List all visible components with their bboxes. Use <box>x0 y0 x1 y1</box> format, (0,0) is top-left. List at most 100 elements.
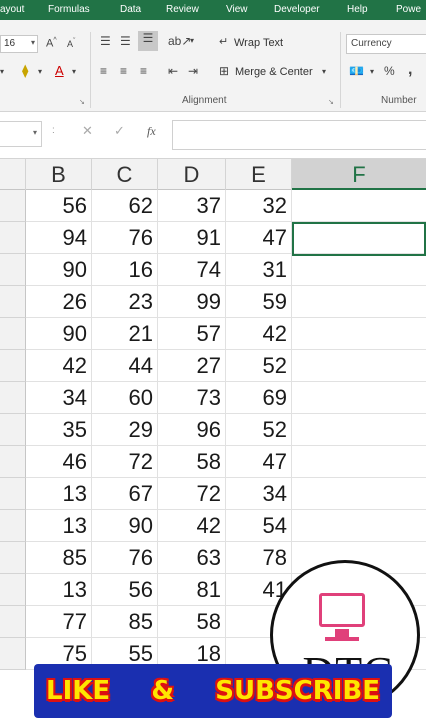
enter-icon[interactable]: ✓ <box>114 123 125 139</box>
alignment-dialog-launcher-icon[interactable]: ↘ <box>328 98 334 106</box>
tab-page-layout[interactable]: ayout <box>0 4 24 15</box>
row-header[interactable] <box>0 446 26 478</box>
cell-d[interactable]: 27 <box>158 350 226 382</box>
cell-d[interactable]: 74 <box>158 254 226 286</box>
cell-e[interactable]: 42 <box>226 318 292 350</box>
cell-f[interactable] <box>292 510 426 542</box>
formula-input[interactable] <box>172 120 426 150</box>
tab-view[interactable]: View <box>226 4 248 15</box>
cell-d[interactable]: 73 <box>158 382 226 414</box>
row-header[interactable] <box>0 542 26 574</box>
row-header[interactable] <box>0 414 26 446</box>
cell-b[interactable]: 90 <box>26 318 92 350</box>
tab-help[interactable]: Help <box>347 4 368 15</box>
chevron-down-icon[interactable]: ▾ <box>370 67 374 76</box>
cell-f[interactable] <box>292 350 426 382</box>
align-bottom-icon[interactable]: ☰ <box>138 31 158 51</box>
cell-b[interactable]: 90 <box>26 254 92 286</box>
column-header-f[interactable]: F <box>292 159 426 190</box>
comma-style-button[interactable]: , <box>408 61 412 79</box>
cell-c[interactable]: 56 <box>92 574 158 606</box>
decrease-font-size-button[interactable]: Aˇ <box>67 38 75 49</box>
cell-f[interactable] <box>292 446 426 478</box>
cell-d[interactable]: 81 <box>158 574 226 606</box>
tab-formulas[interactable]: Formulas <box>48 4 90 15</box>
row-header[interactable] <box>0 606 26 638</box>
font-dialog-launcher-icon[interactable]: ↘ <box>79 98 85 106</box>
cell-b[interactable]: 35 <box>26 414 92 446</box>
cell-b[interactable]: 77 <box>26 606 92 638</box>
cell-f[interactable] <box>292 254 426 286</box>
cell-f[interactable] <box>292 382 426 414</box>
cell-c[interactable]: 72 <box>92 446 158 478</box>
chevron-down-icon[interactable]: ▾ <box>322 67 326 76</box>
align-middle-icon[interactable]: ☰ <box>120 34 131 48</box>
cancel-icon[interactable]: ✕ <box>82 123 93 139</box>
align-center-icon[interactable]: ≡ <box>120 64 127 78</box>
cell-b[interactable]: 13 <box>26 574 92 606</box>
cell-b[interactable]: 94 <box>26 222 92 254</box>
font-color-button[interactable]: A <box>55 63 64 78</box>
cell-f[interactable] <box>292 286 426 318</box>
cell-e[interactable]: 54 <box>226 510 292 542</box>
cell-c[interactable]: 60 <box>92 382 158 414</box>
cell-e[interactable]: 32 <box>226 190 292 222</box>
cell-e[interactable]: 47 <box>226 222 292 254</box>
chevron-down-icon[interactable]: ▾ <box>38 67 42 76</box>
tab-data[interactable]: Data <box>120 4 141 15</box>
tab-developer[interactable]: Developer <box>274 4 320 15</box>
chevron-down-icon[interactable]: ▾ <box>0 67 4 76</box>
cell-e[interactable]: 31 <box>226 254 292 286</box>
cell-d[interactable]: 37 <box>158 190 226 222</box>
wrap-text-button[interactable]: Wrap Text <box>234 37 283 49</box>
cell-e[interactable]: 47 <box>226 446 292 478</box>
cell-d[interactable]: 72 <box>158 478 226 510</box>
row-header[interactable] <box>0 286 26 318</box>
fill-color-icon[interactable]: ⧫ <box>22 63 28 79</box>
name-box[interactable]: ▾ <box>0 121 42 147</box>
row-header[interactable] <box>0 478 26 510</box>
cell-f[interactable] <box>292 318 426 350</box>
percent-style-button[interactable]: % <box>384 64 395 78</box>
align-top-icon[interactable]: ☰ <box>100 34 111 48</box>
cell-d[interactable]: 91 <box>158 222 226 254</box>
insert-function-button[interactable]: fx <box>147 124 156 139</box>
cell-b[interactable]: 34 <box>26 382 92 414</box>
active-cell-f2[interactable] <box>292 222 426 256</box>
cell-e[interactable]: 52 <box>226 350 292 382</box>
cell-c[interactable]: 29 <box>92 414 158 446</box>
align-left-icon[interactable]: ≡ <box>100 64 107 78</box>
cell-c[interactable]: 62 <box>92 190 158 222</box>
cell-d[interactable]: 63 <box>158 542 226 574</box>
cell-d[interactable]: 57 <box>158 318 226 350</box>
select-all-corner[interactable] <box>0 159 26 190</box>
cell-d[interactable]: 58 <box>158 446 226 478</box>
chevron-down-icon[interactable]: ▾ <box>72 67 76 76</box>
increase-font-size-button[interactable]: A^ <box>46 37 57 50</box>
cell-d[interactable]: 99 <box>158 286 226 318</box>
cell-f[interactable] <box>292 190 426 222</box>
cell-c[interactable]: 44 <box>92 350 158 382</box>
font-size-select[interactable]: 16 ▾ <box>0 35 38 53</box>
cell-f[interactable] <box>292 414 426 446</box>
chevron-down-icon[interactable]: ▾ <box>190 36 194 45</box>
cell-b[interactable]: 13 <box>26 510 92 542</box>
row-header[interactable] <box>0 638 26 670</box>
increase-indent-icon[interactable]: ⇥ <box>188 64 198 78</box>
cell-e[interactable]: 78 <box>226 542 292 574</box>
cell-b[interactable]: 42 <box>26 350 92 382</box>
column-header-b[interactable]: B <box>26 159 92 190</box>
cell-b[interactable]: 46 <box>26 446 92 478</box>
column-header-d[interactable]: D <box>158 159 226 190</box>
cell-b[interactable]: 13 <box>26 478 92 510</box>
column-header-e[interactable]: E <box>226 159 292 190</box>
cell-e[interactable]: 52 <box>226 414 292 446</box>
cell-f[interactable] <box>292 478 426 510</box>
chevron-down-icon[interactable]: ▾ <box>33 128 37 137</box>
cell-c[interactable]: 76 <box>92 222 158 254</box>
number-format-select[interactable]: Currency <box>346 34 426 54</box>
cell-e[interactable]: 34 <box>226 478 292 510</box>
cell-d[interactable]: 58 <box>158 606 226 638</box>
formula-bar-resize-handle[interactable]: : <box>52 125 55 136</box>
cell-c[interactable]: 85 <box>92 606 158 638</box>
